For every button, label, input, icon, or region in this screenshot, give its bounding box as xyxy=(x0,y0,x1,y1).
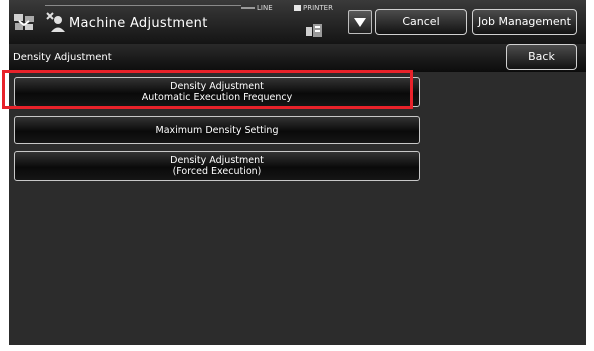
density-adjustment-forced-execution-button[interactable]: Density Adjustment (Forced Execution) xyxy=(14,151,420,181)
back-button[interactable]: Back xyxy=(506,44,577,70)
job-management-button[interactable]: Job Management xyxy=(472,9,577,35)
menu-item-label-line1: Density Adjustment xyxy=(170,155,264,166)
density-adjustment-auto-frequency-button[interactable]: Density Adjustment Automatic Execution F… xyxy=(14,77,420,107)
triangle-down-icon xyxy=(354,18,366,27)
menu-item-label-line1: Density Adjustment xyxy=(170,81,264,92)
title-divider xyxy=(45,5,241,6)
dropdown-button[interactable] xyxy=(348,10,372,34)
menu-item-label-line2: Automatic Execution Frequency xyxy=(141,92,293,103)
menu-item-label-line2: (Forced Execution) xyxy=(172,166,262,177)
printer-icon xyxy=(306,24,322,37)
home-icon[interactable] xyxy=(13,12,35,32)
subheader-bar: Density Adjustment xyxy=(9,44,586,72)
menu-item-label: Maximum Density Setting xyxy=(155,124,279,136)
page-title: Machine Adjustment xyxy=(69,16,208,31)
header-bar: Machine Adjustment LINE PRINTER Cancel J… xyxy=(9,0,586,44)
line-status-label: LINE xyxy=(257,4,273,12)
content-area: Density Adjustment Automatic Execution F… xyxy=(9,72,586,345)
printer-status-label: PRINTER xyxy=(303,4,333,12)
section-title: Density Adjustment xyxy=(13,52,112,63)
line-status-swatch xyxy=(241,7,255,9)
printer-status-swatch xyxy=(294,5,301,11)
machine-adjustment-screen: Machine Adjustment LINE PRINTER Cancel J… xyxy=(9,0,586,345)
maximum-density-setting-button[interactable]: Maximum Density Setting xyxy=(14,116,420,144)
machine-adjustment-icon xyxy=(46,12,65,32)
cancel-button[interactable]: Cancel xyxy=(375,9,467,35)
